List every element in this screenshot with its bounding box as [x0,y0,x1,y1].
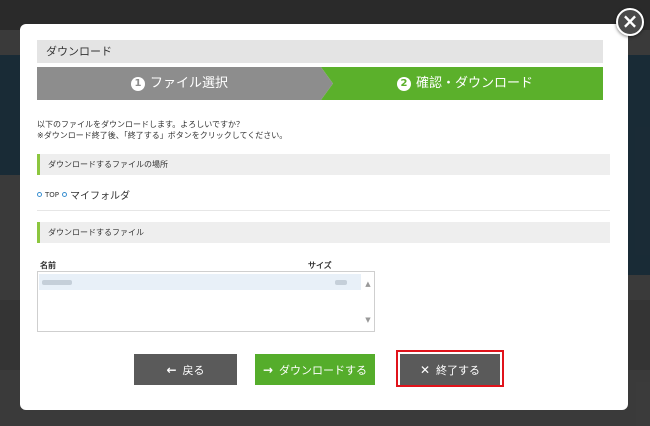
file-name-redacted [42,280,72,285]
file-row[interactable] [39,274,361,290]
column-header-name: 名前 [40,261,56,270]
finish-button[interactable]: ✕ 終了する [400,354,500,385]
x-icon: ✕ [419,362,431,377]
location-section-heading: ダウンロードするファイルの場所 [37,154,610,175]
download-button-label: ダウンロードする [279,363,368,377]
confirm-message-line-1: 以下のファイルをダウンロードします。よろしいですか？ [37,120,244,129]
breadcrumb: TOP マイフォルダ [37,187,130,202]
confirm-message-line-2: ※ダウンロード終了後、「終了する」ボタンをクリックしてください。 [37,131,288,140]
file-size-redacted [335,280,347,285]
column-header-size: サイズ [308,261,332,270]
step-2-label: 2 確認・ダウンロード [397,67,533,100]
confirm-message: 以下のファイルをダウンロードします。よろしいですか？ ※ダウンロード終了後、「終… [37,119,287,141]
breadcrumb-top[interactable]: TOP [45,191,59,199]
step-confirm-download: 2 確認・ダウンロード [321,67,603,100]
download-button[interactable]: → ダウンロードする [255,354,375,385]
breadcrumb-dot-icon [62,192,68,197]
step-number-2: 2 [397,76,411,91]
breadcrumb-dot-icon [37,192,42,197]
files-section-heading: ダウンロードするファイル [37,222,610,243]
step-1-text: ファイル選択 [150,76,229,91]
arrow-left-icon: ← [166,362,177,377]
modal-title: ダウンロード [37,40,603,63]
file-list[interactable]: ▲ ▼ [37,271,375,332]
finish-button-label: 終了する [436,363,481,377]
close-icon[interactable]: × [616,8,644,36]
back-button[interactable]: ← 戻る [134,354,237,385]
section-divider [37,210,610,211]
step-indicator: 1 ファイル選択 2 確認・ダウンロード [37,67,603,100]
step-2-text: 確認・ダウンロード [416,76,534,91]
scroll-down-arrow-icon[interactable]: ▼ [364,316,372,324]
step-1-label: 1 ファイル選択 [131,67,228,100]
arrow-right-icon: → [262,362,274,377]
download-modal: ダウンロード 1 ファイル選択 2 確認・ダウンロード 以下のファイルをダウンロ… [20,24,628,410]
scroll-up-arrow-icon[interactable]: ▲ [364,280,372,288]
back-button-label: 戻る [182,363,205,377]
step-number-1: 1 [131,76,145,91]
step-file-select: 1 ファイル選択 [37,67,333,100]
breadcrumb-my-folder[interactable]: マイフォルダ [70,187,130,202]
